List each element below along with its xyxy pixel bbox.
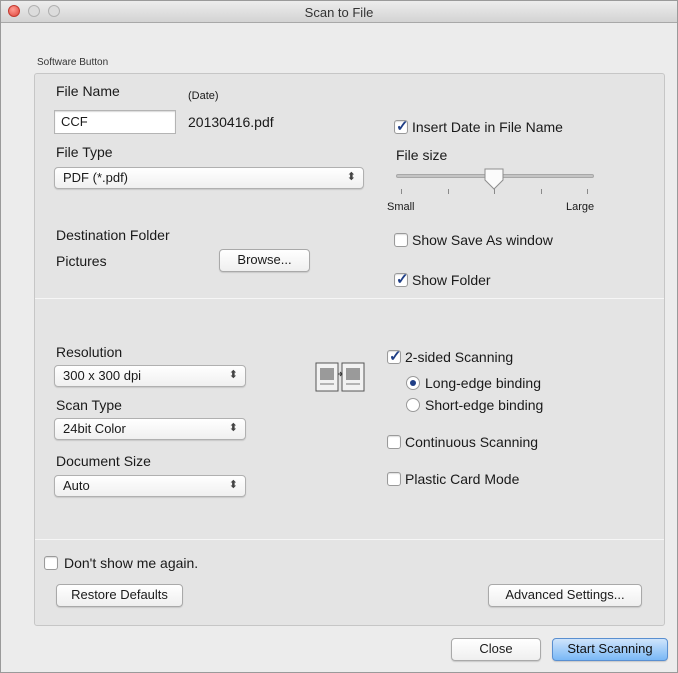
resolution-label: Resolution (56, 344, 123, 360)
window-title: Scan to File (304, 5, 374, 20)
show-save-as-checkbox[interactable] (394, 233, 408, 247)
document-size-select[interactable]: Auto ⬍ (54, 475, 246, 497)
show-folder-label: Show Folder (412, 272, 491, 288)
continuous-scanning-label: Continuous Scanning (405, 434, 539, 450)
section-divider (35, 539, 664, 540)
slider-tick (587, 189, 588, 194)
section-divider (35, 298, 664, 299)
file-type-select[interactable]: PDF (*.pdf) ⬍ (54, 167, 364, 189)
slider-tick (448, 189, 449, 194)
insert-date-checkbox[interactable]: ✓ (394, 118, 409, 135)
long-edge-label: Long-edge binding (425, 375, 541, 391)
scan-type-select[interactable]: 24bit Color ⬍ (54, 418, 246, 440)
plastic-card-checkbox[interactable] (387, 472, 401, 486)
slider-tick (401, 189, 402, 194)
continuous-scanning-checkbox[interactable] (387, 435, 401, 449)
settings-panel (34, 73, 665, 626)
plastic-card-label: Plastic Card Mode (405, 471, 520, 487)
file-name-input[interactable]: CCF (54, 110, 176, 134)
file-name-label: File Name (56, 83, 120, 99)
group-label: Software Button (37, 57, 109, 68)
radio-selected-dot (410, 380, 416, 386)
close-button[interactable]: Close (451, 638, 541, 661)
resolution-select[interactable]: 300 x 300 dpi ⬍ (54, 365, 246, 387)
two-sided-pages-icon (315, 362, 365, 392)
updown-arrows-icon: ⬍ (346, 171, 356, 183)
show-folder-checkbox[interactable]: ✓ (394, 271, 409, 288)
file-size-label: File size (396, 147, 448, 163)
scan-to-file-window: Scan to File Software Button File Name (… (0, 0, 678, 673)
short-edge-label: Short-edge binding (425, 397, 544, 413)
file-size-max-label: Large (566, 201, 595, 213)
scan-type-label: Scan Type (56, 397, 122, 413)
checkmark-icon: ✓ (389, 348, 402, 365)
date-label: (Date) (188, 90, 219, 102)
title-bar: Scan to File (1, 1, 677, 23)
resolution-value: 300 x 300 dpi (63, 368, 142, 383)
document-size-label: Document Size (56, 453, 151, 469)
checkmark-icon: ✓ (396, 271, 409, 288)
two-sided-checkbox[interactable]: ✓ (387, 348, 402, 365)
file-size-min-label: Small (387, 201, 415, 213)
document-size-value: Auto (63, 478, 90, 493)
date-value: 20130416.pdf (188, 114, 274, 130)
file-type-value: PDF (*.pdf) (63, 170, 129, 185)
updown-arrows-icon: ⬍ (228, 479, 238, 491)
start-scanning-button[interactable]: Start Scanning (552, 638, 668, 661)
dont-show-label: Don't show me again. (64, 555, 199, 571)
advanced-settings-button[interactable]: Advanced Settings... (488, 584, 642, 607)
destination-folder-label: Destination Folder (56, 227, 170, 243)
slider-tick (541, 189, 542, 194)
show-save-as-label: Show Save As window (412, 232, 553, 248)
checkmark-icon: ✓ (396, 118, 409, 135)
file-size-slider-knob[interactable] (483, 167, 505, 191)
scan-type-value: 24bit Color (63, 421, 126, 436)
short-edge-radio[interactable] (406, 398, 420, 412)
file-type-label: File Type (56, 144, 113, 160)
destination-folder-value: Pictures (56, 253, 107, 269)
updown-arrows-icon: ⬍ (228, 422, 238, 434)
updown-arrows-icon: ⬍ (228, 369, 238, 381)
insert-date-label: Insert Date in File Name (412, 119, 563, 135)
browse-button[interactable]: Browse... (219, 249, 310, 272)
long-edge-radio[interactable] (406, 376, 420, 390)
two-sided-label: 2-sided Scanning (405, 349, 514, 365)
restore-defaults-button[interactable]: Restore Defaults (56, 584, 183, 607)
dont-show-checkbox[interactable] (44, 556, 58, 570)
